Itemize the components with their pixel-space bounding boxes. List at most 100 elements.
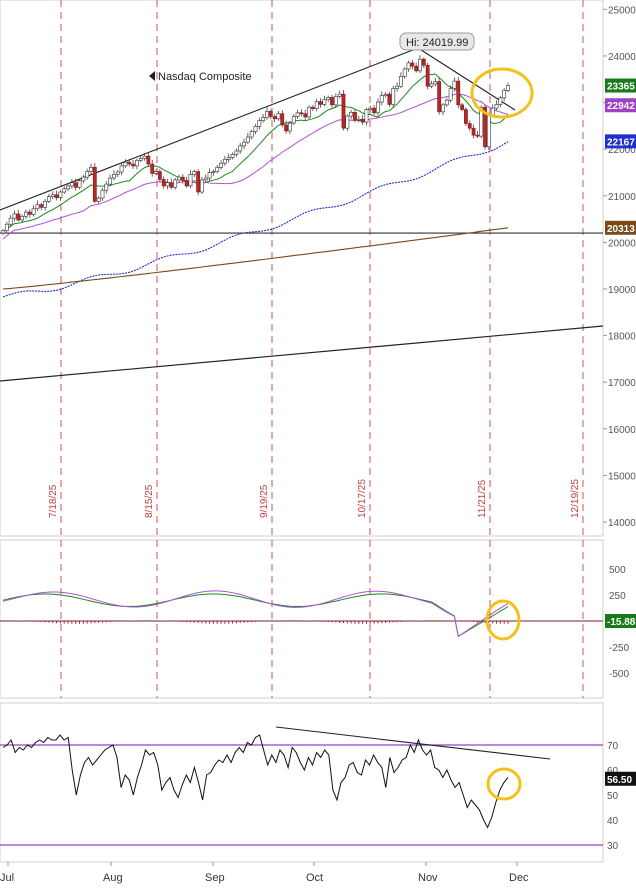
price-badge-text: 20313 — [607, 224, 635, 235]
rsi-badge-text: 56.50 — [607, 775, 632, 786]
candle-body — [62, 188, 67, 193]
date-label: 7/18/25 — [48, 484, 59, 518]
candle-body — [12, 213, 17, 219]
candle-body — [410, 62, 415, 67]
candle-body — [265, 111, 269, 118]
candle-body — [50, 194, 55, 197]
candlestick — [464, 107, 468, 126]
candle-body — [414, 65, 419, 72]
stock-chart: 2500024000230002200021000200001900018000… — [0, 0, 636, 890]
candle-body — [345, 115, 350, 129]
candle-body — [154, 171, 158, 174]
price-ytick-label: 19000 — [608, 285, 636, 296]
candle-body — [418, 58, 422, 72]
chart-title: Nasdaq Composite — [158, 71, 252, 83]
candle-body — [398, 76, 403, 87]
candle-body — [27, 211, 32, 215]
candle-body — [192, 171, 197, 175]
candle-body — [39, 204, 44, 208]
candle-body — [73, 182, 78, 188]
price-ytick-label: 21000 — [608, 192, 636, 203]
candle-body — [356, 119, 361, 121]
candle-body — [452, 80, 457, 89]
candle-body — [196, 171, 201, 193]
candle-body — [16, 213, 21, 221]
candle-body — [460, 104, 464, 110]
date-label: 10/17/25 — [357, 479, 368, 518]
candle-body — [307, 106, 311, 118]
month-label: Aug — [103, 872, 123, 884]
candle-body — [464, 109, 468, 124]
candle-body — [498, 97, 503, 105]
candle-body — [299, 112, 304, 115]
candlestick — [486, 112, 491, 151]
candlestick — [345, 114, 350, 131]
price-ytick-label: 18000 — [608, 332, 636, 343]
candle-body — [437, 81, 442, 113]
candle-body — [85, 171, 90, 178]
candle-body — [494, 104, 499, 109]
candle-body — [135, 160, 139, 167]
candle-body — [104, 183, 109, 191]
candle-body — [150, 163, 155, 174]
candle-body — [146, 155, 151, 165]
candle-body — [364, 109, 369, 123]
candle-body — [35, 204, 40, 210]
hi-callout-text: Hi: 24019.99 — [406, 37, 468, 49]
candle-body — [337, 93, 342, 97]
date-label: 11/21/25 — [477, 479, 488, 518]
candle-body — [142, 155, 147, 159]
candle-body — [47, 196, 51, 202]
date-label: 8/15/25 — [144, 484, 155, 518]
candle-body — [31, 208, 36, 215]
candle-body — [268, 111, 273, 117]
candle-body — [322, 99, 327, 105]
rsi-ytick-label: 30 — [607, 841, 619, 852]
candle-body — [219, 162, 223, 168]
candle-body — [506, 85, 510, 91]
candle-body — [330, 97, 334, 106]
month-label: Nov — [418, 872, 438, 884]
candle-body — [238, 145, 243, 152]
rsi-ytick-label: 50 — [607, 791, 619, 802]
macd-ytick-label: -500 — [609, 669, 629, 680]
candle-body — [230, 153, 235, 158]
macd-ytick-label: -250 — [609, 643, 629, 654]
month-label: Dec — [509, 872, 529, 884]
candlestick — [307, 105, 311, 119]
candle-body — [475, 134, 480, 137]
candle-body — [284, 124, 289, 132]
candle-body — [226, 157, 231, 160]
candle-body — [341, 93, 346, 129]
candle-body — [242, 141, 246, 147]
candle-body — [333, 96, 338, 106]
price-badge-text: 22942 — [607, 101, 635, 112]
candle-body — [310, 106, 315, 109]
candle-body — [66, 185, 70, 190]
candle-body — [96, 197, 101, 202]
candle-body — [92, 167, 97, 202]
candle-body — [421, 58, 426, 66]
price-badge-text: 22167 — [607, 137, 635, 148]
price-ytick-label: 17000 — [608, 378, 636, 389]
candle-body — [177, 176, 181, 181]
candle-body — [108, 177, 113, 185]
candle-body — [276, 113, 281, 120]
candle-body — [295, 112, 300, 117]
candle-body — [261, 117, 266, 122]
candle-body — [318, 101, 323, 105]
rsi-panel — [0, 702, 604, 863]
candle-body — [211, 171, 216, 173]
candle-body — [383, 93, 388, 96]
price-ytick-label: 16000 — [608, 425, 636, 436]
candlestick — [387, 91, 392, 107]
candle-body — [119, 165, 124, 173]
candle-body — [349, 112, 354, 117]
macd-ytick-label: 250 — [609, 591, 626, 602]
candle-body — [360, 119, 365, 123]
candle-body — [138, 158, 143, 161]
candle-body — [24, 211, 28, 217]
candle-body — [184, 180, 189, 187]
month-label: Sep — [205, 872, 225, 884]
rsi-ytick-label: 40 — [607, 816, 619, 827]
